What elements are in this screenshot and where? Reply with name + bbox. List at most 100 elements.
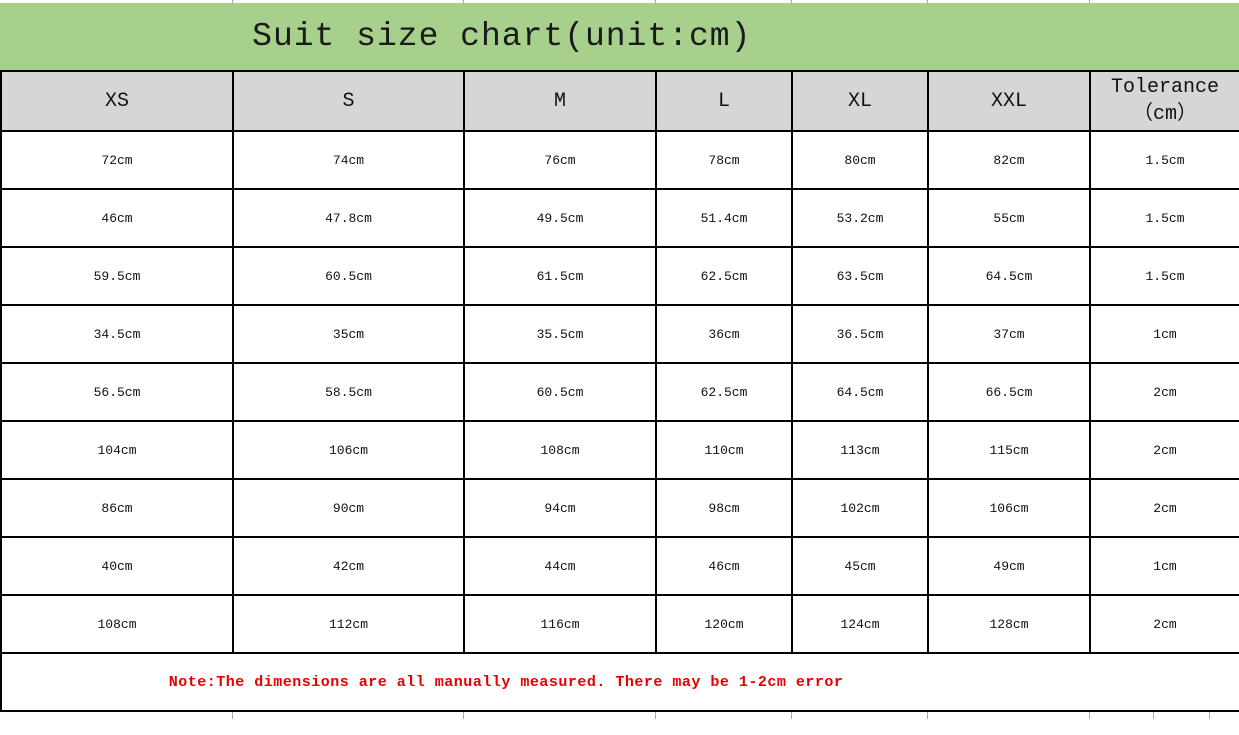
- note-row: Note:The dimensions are all manually mea…: [0, 652, 1239, 712]
- size-value-cell: 59.5cm: [0, 246, 234, 306]
- size-value-cell: 1.5cm: [1089, 130, 1239, 190]
- size-value-cell: 72cm: [0, 130, 234, 190]
- size-value-cell: 1.5cm: [1089, 188, 1239, 248]
- size-value-cell: 128cm: [927, 594, 1091, 654]
- size-value-cell: 46cm: [655, 536, 793, 596]
- size-value-cell: 106cm: [927, 478, 1091, 538]
- table-row: 72cm 74cm 76cm 78cm 80cm 82cm 1.5cm: [0, 130, 1239, 190]
- gridline-tick: [232, 0, 233, 3]
- table-row: 56.5cm 58.5cm 60.5cm 62.5cm 64.5cm 66.5cm 2cm: [0, 362, 1239, 422]
- size-value-cell: 113cm: [791, 420, 929, 480]
- size-value-cell: 78cm: [655, 130, 793, 190]
- table-row: 59.5cm 60.5cm 61.5cm 62.5cm 63.5cm 64.5cm 1.5c…: [0, 246, 1239, 306]
- size-value-cell: 36.5cm: [791, 304, 929, 364]
- size-value-cell: 1cm: [1089, 536, 1239, 596]
- size-value-cell: 58.5cm: [232, 362, 465, 422]
- size-value-cell: 116cm: [463, 594, 657, 654]
- size-value-cell: 37cm: [927, 304, 1091, 364]
- gridline-tick: [463, 0, 464, 3]
- size-value-cell: 90cm: [232, 478, 465, 538]
- size-value-cell: 35.5cm: [463, 304, 657, 364]
- size-value-cell: 60.5cm: [463, 362, 657, 422]
- size-value-cell: 64.5cm: [927, 246, 1091, 306]
- table-row: 104cm 106cm 108cm 110cm 113cm 115cm 2cm: [0, 420, 1239, 480]
- header-row: XS S M L XL XXL Tolerance （cm）: [0, 70, 1239, 132]
- gridline-tick: [927, 712, 928, 719]
- size-value-cell: 44cm: [463, 536, 657, 596]
- gridline-tick: [463, 712, 464, 719]
- table-body: 72cm 74cm 76cm 78cm 80cm 82cm 1.5cm 46cm 47.8cm 4…: [0, 130, 1239, 654]
- size-value-cell: 76cm: [463, 130, 657, 190]
- table-row: 86cm 90cm 94cm 98cm 102cm 106cm 2cm: [0, 478, 1239, 538]
- tolerance-label-line1: Tolerance: [1110, 76, 1220, 99]
- measurement-note: Note:The dimensions are all manually mea…: [168, 673, 844, 691]
- gridline-tick: [655, 712, 656, 719]
- size-value-cell: 1cm: [1089, 304, 1239, 364]
- title-center-box: Suit size chart(unit:cm): [0, 18, 1004, 55]
- column-header-xs: XS: [0, 70, 234, 132]
- size-value-cell: 61.5cm: [463, 246, 657, 306]
- column-header-l: L: [655, 70, 793, 132]
- column-header-m: M: [463, 70, 657, 132]
- size-table: XS S M L XL XXL Tolerance （cm） 72cm 74cm 7…: [0, 70, 1239, 712]
- size-value-cell: 108cm: [0, 594, 234, 654]
- chart-title: Suit size chart(unit:cm): [252, 18, 752, 55]
- size-value-cell: 40cm: [0, 536, 234, 596]
- size-value-cell: 62.5cm: [655, 362, 793, 422]
- size-value-cell: 46cm: [0, 188, 234, 248]
- size-value-cell: 56.5cm: [0, 362, 234, 422]
- size-value-cell: 51.4cm: [655, 188, 793, 248]
- size-value-cell: 98cm: [655, 478, 793, 538]
- size-value-cell: 63.5cm: [791, 246, 929, 306]
- table-row: 34.5cm 35cm 35.5cm 36cm 36.5cm 37cm 1cm: [0, 304, 1239, 364]
- size-value-cell: 120cm: [655, 594, 793, 654]
- size-value-cell: 2cm: [1089, 478, 1239, 538]
- size-value-cell: 49.5cm: [463, 188, 657, 248]
- size-value-cell: 80cm: [791, 130, 929, 190]
- size-value-cell: 34.5cm: [0, 304, 234, 364]
- size-value-cell: 62.5cm: [655, 246, 793, 306]
- size-value-cell: 112cm: [232, 594, 465, 654]
- column-header-s: S: [232, 70, 465, 132]
- size-value-cell: 66.5cm: [927, 362, 1091, 422]
- gridline-tick: [791, 0, 792, 3]
- size-value-cell: 35cm: [232, 304, 465, 364]
- size-value-cell: 108cm: [463, 420, 657, 480]
- size-value-cell: 36cm: [655, 304, 793, 364]
- size-value-cell: 104cm: [0, 420, 234, 480]
- gridline-tick: [1209, 712, 1210, 719]
- gridline-tick: [791, 712, 792, 719]
- column-header-xxl: XXL: [927, 70, 1091, 132]
- size-value-cell: 86cm: [0, 478, 234, 538]
- column-header-tolerance: Tolerance （cm）: [1089, 70, 1239, 132]
- spreadsheet-gridline-strip-top: [0, 0, 1239, 3]
- tolerance-label-line2: （cm）: [1132, 103, 1197, 126]
- gridline-tick: [1089, 0, 1090, 3]
- size-value-cell: 42cm: [232, 536, 465, 596]
- gridline-tick: [232, 712, 233, 719]
- table-row: 40cm 42cm 44cm 46cm 45cm 49cm 1cm: [0, 536, 1239, 596]
- chart-title-bar: Suit size chart(unit:cm): [0, 3, 1239, 70]
- table-row: 108cm 112cm 116cm 120cm 124cm 128cm 2cm: [0, 594, 1239, 654]
- size-value-cell: 124cm: [791, 594, 929, 654]
- note-center-box: Note:The dimensions are all manually mea…: [3, 673, 1010, 691]
- gridline-tick: [1153, 712, 1154, 719]
- size-value-cell: 2cm: [1089, 420, 1239, 480]
- table-row: 46cm 47.8cm 49.5cm 51.4cm 53.2cm 55cm 1.5cm: [0, 188, 1239, 248]
- size-value-cell: 49cm: [927, 536, 1091, 596]
- size-value-cell: 2cm: [1089, 594, 1239, 654]
- note-cell: Note:The dimensions are all manually mea…: [0, 652, 1239, 712]
- size-value-cell: 102cm: [791, 478, 929, 538]
- size-value-cell: 55cm: [927, 188, 1091, 248]
- size-value-cell: 2cm: [1089, 362, 1239, 422]
- size-chart-sheet: Suit size chart(unit:cm) XS S M L XL XXL…: [0, 0, 1239, 735]
- size-value-cell: 1.5cm: [1089, 246, 1239, 306]
- gridline-tick: [655, 0, 656, 3]
- gridline-tick: [1089, 712, 1090, 719]
- column-header-xl: XL: [791, 70, 929, 132]
- size-value-cell: 74cm: [232, 130, 465, 190]
- size-value-cell: 94cm: [463, 478, 657, 538]
- size-value-cell: 82cm: [927, 130, 1091, 190]
- size-value-cell: 110cm: [655, 420, 793, 480]
- size-value-cell: 47.8cm: [232, 188, 465, 248]
